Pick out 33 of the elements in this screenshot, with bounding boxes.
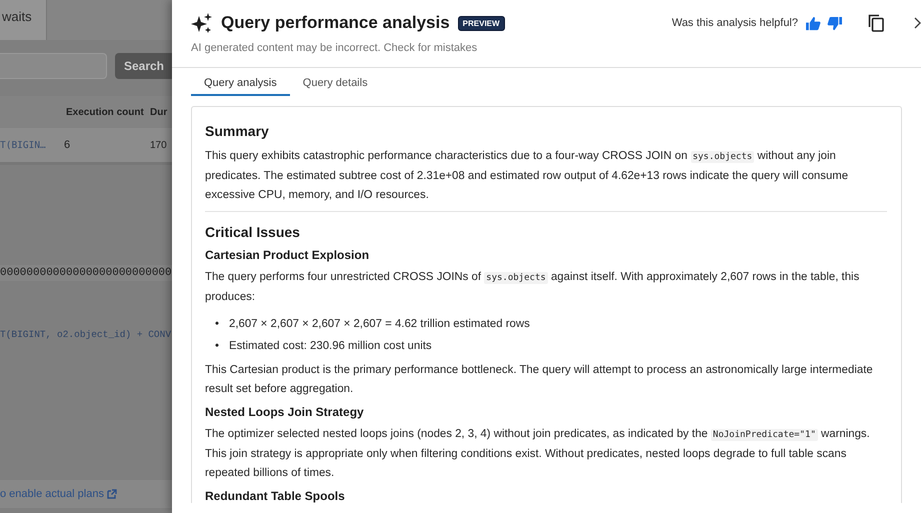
value-text: 00000000000000000000000000 bbox=[0, 265, 172, 281]
tab[interactable]: waits bbox=[0, 0, 47, 40]
column-header: Execution count bbox=[66, 106, 145, 118]
section-heading: Summary bbox=[205, 123, 270, 139]
search-field[interactable] bbox=[0, 53, 107, 79]
paragraph: This query exhibits catastrophic performance characteristics due to a four-way CROSS JOIN on sys.objects without any join predicates. The estimated subtree cost of 2.31e+08 and estimated row output of 4.62e+13 rows indicate the query will consume excessive CPU, memory, and I/O resources. bbox=[205, 149, 850, 203]
tab[interactable]: Query details bbox=[290, 68, 381, 96]
code-line: T(BIGINT, o2.object_id) + CONV bbox=[0, 329, 172, 340]
table-cell-text: T(BIGIN… bbox=[0, 140, 47, 150]
table-cell-text: 6 bbox=[63, 139, 72, 151]
feedback-prompt: Was this analysis helpful? bbox=[672, 17, 798, 29]
disclaimer-text: AI generated content may be incorrect. Check for mistakes bbox=[191, 42, 478, 54]
thumbs-down-icon[interactable] bbox=[827, 16, 842, 30]
search-button[interactable]: Search bbox=[114, 53, 172, 79]
preview-badge: PREVIEW bbox=[458, 16, 505, 30]
subsection-heading: Redundant Table Spools bbox=[205, 489, 346, 503]
panel-title: Query performance analysis bbox=[221, 13, 450, 33]
paragraph: The optimizer selected nested loops joins (nodes 2, 3, 4) without join predicates, as indicated by the NoJoinPredicate="1" warnings. This join strategy is appropriate only when filtering conditions exist. Without predicates, nested loops degrade to full table scans repeated billions of times. bbox=[205, 427, 871, 481]
external-link-icon bbox=[106, 489, 117, 499]
section-heading: Critical Issues bbox=[205, 224, 301, 240]
subsection-heading: Cartesian Product Explosion bbox=[205, 248, 370, 262]
paragraph: This Cartesian product is the primary performance bottleneck. The query will attempt to process an astronomically large intermediate result set before aggregation. bbox=[205, 363, 874, 397]
column-header: Dur bbox=[150, 106, 168, 118]
tab[interactable]: Query analysis bbox=[191, 68, 290, 96]
sparkle-icon bbox=[191, 12, 213, 34]
bullet-item: • 2,607 × 2,607 × 2,607 × 2,607 = 4.62 trillion estimated rows bbox=[215, 317, 530, 332]
paragraph: The query performs four unrestricted CROSS JOINs of sys.objects against itself. With approximately 2,607 rows in the table, this produces: bbox=[205, 270, 860, 305]
subsection-heading: Nested Loops Join Strategy bbox=[205, 405, 365, 419]
copy-icon[interactable] bbox=[868, 14, 884, 32]
thumbs-up-icon[interactable] bbox=[806, 16, 821, 30]
chevron-right-icon[interactable] bbox=[914, 17, 921, 29]
bullet-item: • Estimated cost: 230.96 million cost units bbox=[215, 339, 432, 354]
table-cell: 170 bbox=[150, 140, 167, 150]
